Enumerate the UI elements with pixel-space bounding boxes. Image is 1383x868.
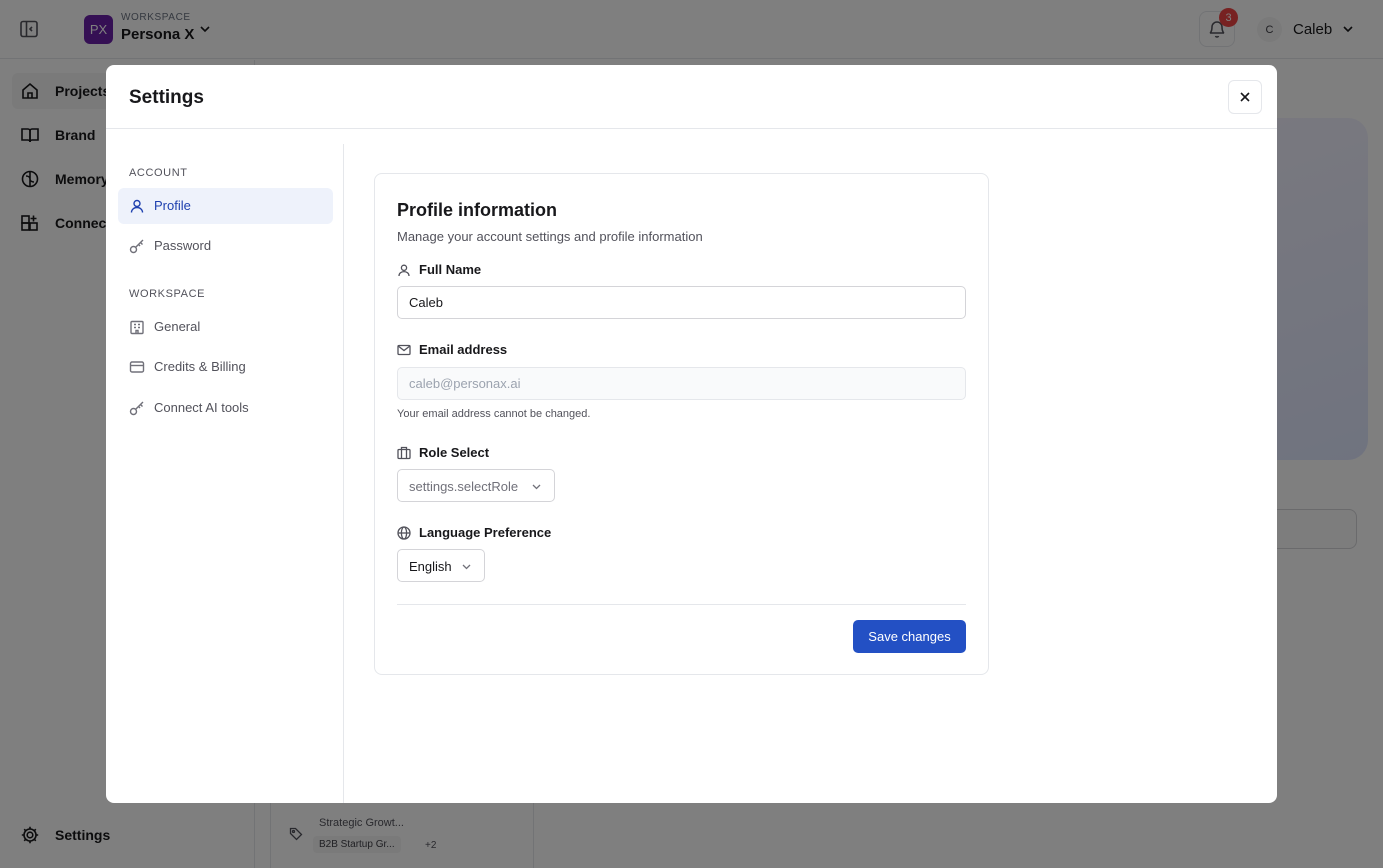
- save-changes-button[interactable]: Save changes: [853, 620, 966, 653]
- profile-title: Profile information: [397, 200, 558, 220]
- card-divider: [397, 604, 966, 605]
- email-input: [397, 367, 966, 400]
- settings-nav-label: Connect AI tools: [154, 400, 249, 415]
- field-label-text: Language Preference: [419, 525, 552, 540]
- settings-nav: ACCOUNT Profile Password WORKSPACE Gener…: [106, 144, 344, 803]
- key-icon: [129, 239, 144, 254]
- credit-card-icon: [129, 361, 145, 373]
- field-label-text: Role Select: [419, 445, 490, 460]
- settings-nav-label: Password: [154, 238, 212, 253]
- nav-section-account: ACCOUNT: [129, 167, 188, 179]
- language-select-value: English: [409, 559, 452, 574]
- field-label-text: Email address: [419, 342, 508, 357]
- profile-subtitle: Manage your account settings and profile…: [397, 229, 703, 244]
- modal-header: Settings: [106, 65, 1277, 129]
- briefcase-icon: [397, 446, 411, 460]
- close-button[interactable]: [1228, 80, 1262, 114]
- close-icon: [1240, 92, 1250, 102]
- email-helper-text: Your email address cannot be changed.: [397, 408, 591, 420]
- settings-nav-item-connect-ai[interactable]: Connect AI tools: [118, 390, 333, 426]
- building-icon: [130, 320, 144, 335]
- user-icon: [130, 199, 144, 213]
- chevron-down-icon: [462, 564, 471, 570]
- settings-nav-item-password[interactable]: Password: [118, 228, 333, 264]
- user-icon: [398, 264, 410, 277]
- settings-nav-label: Profile: [154, 198, 191, 213]
- field-label-text: Full Name: [419, 262, 482, 277]
- settings-nav-item-billing[interactable]: Credits & Billing: [118, 349, 333, 385]
- settings-nav-label: Credits & Billing: [154, 359, 246, 374]
- full-name-input[interactable]: [397, 286, 966, 319]
- profile-card: Profile information Manage your account …: [374, 173, 989, 675]
- language-select[interactable]: English: [397, 549, 485, 582]
- mail-icon: [397, 344, 411, 356]
- modal-title: Settings: [129, 87, 204, 108]
- role-select-value: settings.selectRole: [409, 479, 519, 494]
- nav-section-workspace: WORKSPACE: [129, 288, 206, 300]
- settings-nav-item-general[interactable]: General: [118, 309, 333, 345]
- settings-nav-label: General: [154, 319, 201, 334]
- role-select[interactable]: settings.selectRole: [397, 469, 555, 502]
- settings-modal: Settings ACCOUNT Profile Password WORKSP…: [106, 65, 1277, 803]
- chevron-down-icon: [532, 484, 541, 490]
- settings-nav-item-profile[interactable]: Profile: [118, 188, 333, 224]
- key-icon: [129, 401, 144, 416]
- globe-icon: [397, 526, 411, 540]
